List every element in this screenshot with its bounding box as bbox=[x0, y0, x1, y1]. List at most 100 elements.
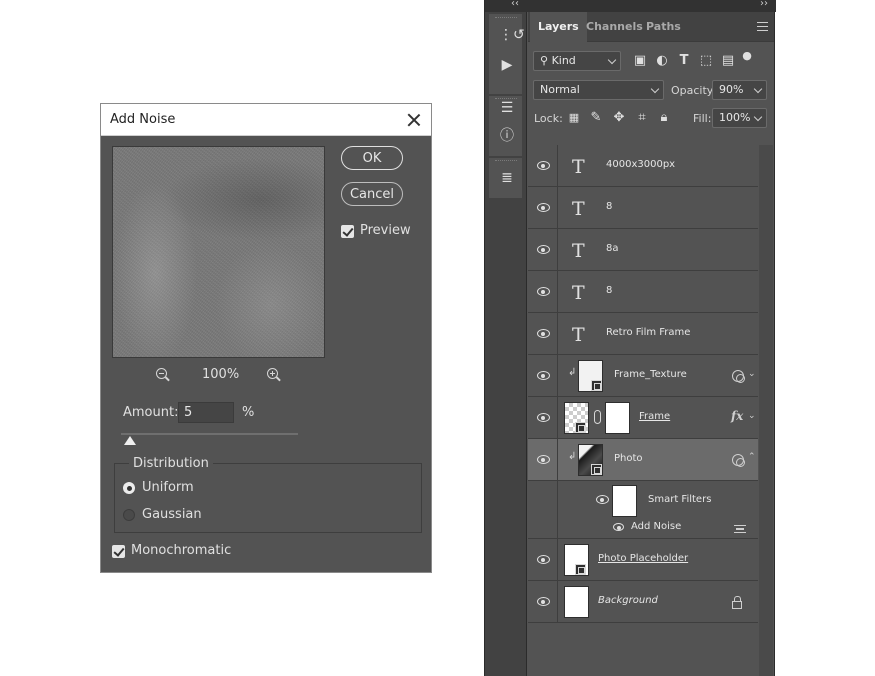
lock-move-icon[interactable]: ✥ bbox=[611, 110, 627, 126]
tab-paths[interactable]: Paths bbox=[638, 12, 689, 42]
grip[interactable] bbox=[495, 160, 517, 162]
chevron-up-icon[interactable]: ⌃ bbox=[748, 452, 756, 462]
filter-shape-icon[interactable]: ⬚ bbox=[698, 53, 714, 69]
collapse-icon[interactable]: ‹‹ bbox=[511, 0, 519, 9]
chevron-down-icon[interactable]: ⌄ bbox=[748, 411, 756, 421]
icon-strip-group-1 bbox=[489, 14, 522, 94]
ok-button[interactable]: OK bbox=[341, 146, 403, 170]
visibility-eye-icon[interactable] bbox=[596, 495, 609, 504]
zoom-level: 100% bbox=[202, 367, 240, 382]
filter-blending-options-icon[interactable] bbox=[734, 525, 746, 533]
layer-row-frame[interactable]: Frame fx ⌄ bbox=[528, 397, 758, 439]
blend-mode-select[interactable]: Normal bbox=[533, 80, 664, 100]
panel-menu-icon[interactable] bbox=[757, 22, 768, 31]
visibility-eye-icon[interactable] bbox=[537, 203, 550, 212]
layer-thumbnail[interactable] bbox=[578, 444, 603, 476]
amount-slider-thumb[interactable] bbox=[123, 436, 136, 445]
opacity-value: 90% bbox=[719, 83, 744, 96]
layer-name: Frame bbox=[639, 411, 671, 422]
dock-top-bar: ‹‹ ›› bbox=[485, 0, 776, 12]
layer-row-4000x3000px[interactable]: T 4000x3000px bbox=[528, 145, 758, 187]
chevron-down-icon bbox=[650, 84, 660, 94]
fx-icon[interactable]: fx bbox=[731, 409, 743, 423]
filter-kind-value: Kind bbox=[551, 54, 576, 67]
actions-play-icon[interactable]: ▶ bbox=[499, 57, 515, 73]
expand-icon[interactable]: ›› bbox=[760, 0, 768, 9]
filter-mask-thumbnail[interactable] bbox=[612, 485, 637, 517]
filter-type-icon[interactable]: T bbox=[676, 53, 692, 69]
layer-row-frame-texture[interactable]: ↲ Frame_Texture ⌄ bbox=[528, 355, 758, 397]
text-layer-icon: T bbox=[572, 282, 585, 304]
grip[interactable] bbox=[495, 17, 517, 19]
blend-mode-value: Normal bbox=[540, 83, 580, 96]
visibility-eye-icon[interactable] bbox=[613, 523, 624, 531]
history-icon[interactable]: ⋮↺ bbox=[499, 27, 525, 43]
visibility-eye-icon[interactable] bbox=[537, 597, 550, 606]
layer-row-photo[interactable]: ↲ Photo ⌃ bbox=[528, 439, 758, 481]
adjustments-icon[interactable]: ☰ bbox=[499, 100, 515, 116]
monochromatic-label: Monochromatic bbox=[131, 543, 232, 558]
filter-kind-select[interactable]: ⚲ Kind bbox=[533, 51, 621, 71]
layer-row-8a[interactable]: T 8a bbox=[528, 229, 758, 271]
amount-input[interactable]: 5 bbox=[178, 402, 234, 423]
dialog-title-bar[interactable]: Add Noise bbox=[101, 104, 431, 136]
preview-checkbox[interactable] bbox=[341, 225, 354, 238]
panel-tab-bar: Layers Channels Paths bbox=[528, 12, 774, 42]
visibility-eye-icon[interactable] bbox=[537, 287, 550, 296]
filter-adjustment-icon[interactable]: ◐ bbox=[654, 53, 670, 69]
fill-input[interactable]: 100% bbox=[712, 108, 767, 128]
lock-transparent-icon[interactable]: ▦ bbox=[566, 110, 582, 126]
monochromatic-checkbox[interactable] bbox=[112, 545, 125, 558]
preview-label: Preview bbox=[360, 223, 411, 238]
lock-all-icon[interactable]: 🔒︎ bbox=[656, 110, 672, 126]
visibility-eye-icon[interactable] bbox=[537, 555, 550, 564]
layer-mask-thumbnail[interactable] bbox=[605, 402, 630, 434]
layer-thumbnail[interactable] bbox=[578, 360, 603, 392]
visibility-eye-icon[interactable] bbox=[537, 371, 550, 380]
zoom-out-icon[interactable] bbox=[156, 368, 170, 382]
info-icon[interactable]: ⓘ bbox=[499, 128, 515, 144]
layer-row-photo-placeholder[interactable]: Photo Placeholder bbox=[528, 539, 758, 581]
noise-preview[interactable] bbox=[112, 146, 325, 358]
visibility-eye-icon[interactable] bbox=[537, 161, 550, 170]
clone-source-icon[interactable]: ≣ bbox=[499, 170, 515, 186]
cancel-button[interactable]: Cancel bbox=[341, 182, 403, 206]
text-layer-icon: T bbox=[572, 324, 585, 346]
mask-link-icon[interactable] bbox=[594, 410, 601, 424]
layer-thumbnail[interactable] bbox=[564, 586, 589, 618]
dialog-title: Add Noise bbox=[110, 112, 176, 127]
visibility-eye-icon[interactable] bbox=[537, 455, 550, 464]
layer-row-8[interactable]: T 8 bbox=[528, 271, 758, 313]
layer-name: Photo Placeholder bbox=[598, 553, 689, 564]
lock-artboard-icon[interactable]: ⌗ bbox=[634, 110, 650, 126]
filter-smart-object-icon[interactable]: ▤ bbox=[720, 53, 736, 69]
layer-row-8[interactable]: T 8 bbox=[528, 187, 758, 229]
lock-brush-icon[interactable]: ✎ bbox=[588, 110, 604, 126]
filter-toggle-icon[interactable]: ● bbox=[739, 48, 755, 64]
chevron-down-icon[interactable]: ⌄ bbox=[748, 369, 756, 379]
distribution-group bbox=[114, 463, 422, 533]
layer-thumbnail[interactable] bbox=[564, 544, 589, 576]
layer-row-smart-filters[interactable]: Smart Filters Add Noise bbox=[528, 481, 758, 539]
photoshop-panel-dock: ‹‹ ›› ⋮↺ ▶ ☰ ⓘ ≣ Layers Channels Paths ⚲… bbox=[484, 0, 776, 676]
visibility-eye-icon[interactable] bbox=[537, 413, 550, 422]
layer-thumbnail[interactable] bbox=[564, 402, 589, 434]
smart-filter-icon bbox=[732, 370, 745, 383]
layers-scrollbar[interactable] bbox=[759, 145, 773, 676]
uniform-radio[interactable] bbox=[123, 482, 135, 494]
amount-slider-track[interactable] bbox=[121, 433, 298, 435]
distribution-title: Distribution bbox=[129, 456, 213, 471]
filter-pixel-icon[interactable]: ▣ bbox=[632, 53, 648, 69]
gaussian-radio[interactable] bbox=[123, 509, 135, 521]
opacity-input[interactable]: 90% bbox=[712, 80, 767, 100]
close-icon[interactable] bbox=[406, 112, 422, 128]
layer-row-retro-film-frame[interactable]: T Retro Film Frame bbox=[528, 313, 758, 355]
visibility-eye-icon[interactable] bbox=[537, 245, 550, 254]
zoom-in-icon[interactable] bbox=[267, 368, 281, 382]
text-layer-icon: T bbox=[572, 198, 585, 220]
layer-row-background[interactable]: Background bbox=[528, 581, 758, 623]
smart-filter-icon bbox=[732, 454, 745, 467]
visibility-eye-icon[interactable] bbox=[537, 329, 550, 338]
uniform-label: Uniform bbox=[142, 480, 194, 495]
opacity-label: Opacity: bbox=[671, 84, 717, 97]
